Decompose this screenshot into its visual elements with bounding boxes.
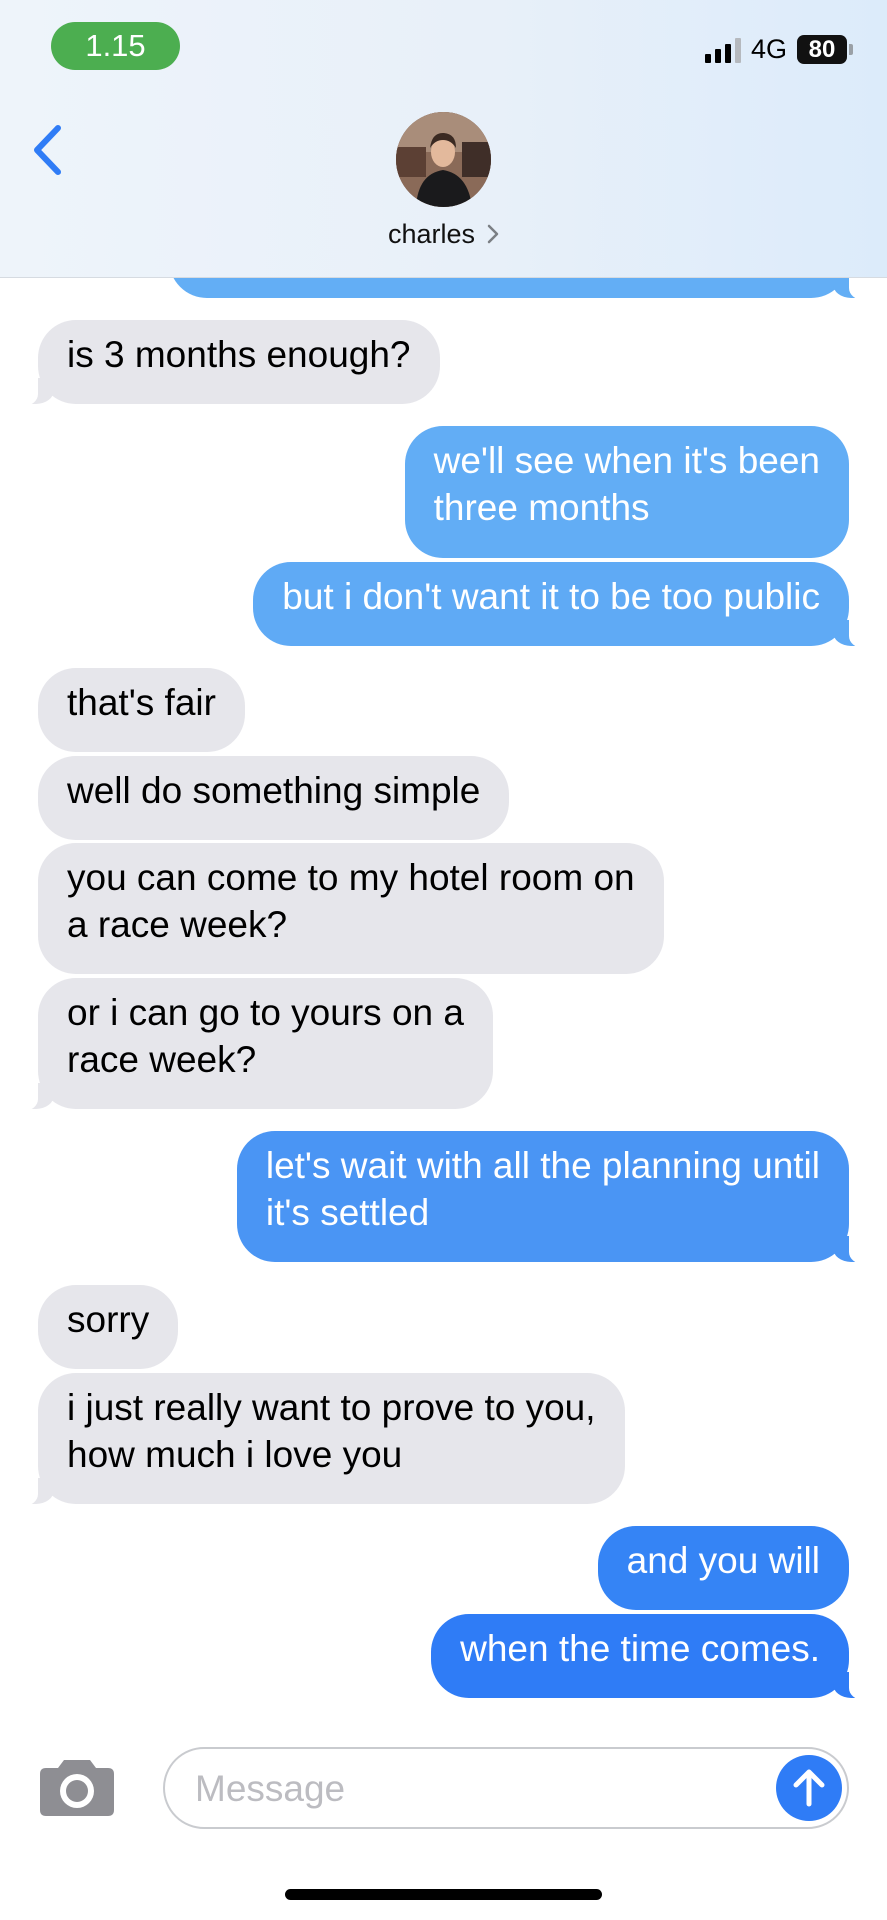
message-line: we'll see when it's been [433,440,820,481]
battery-icon: 80 [797,35,853,64]
message-line: three months [433,487,650,528]
chevron-right-icon [487,220,499,251]
message-line: when the time comes. [460,1628,820,1669]
message-line: and you will [626,1540,820,1581]
signal-strength-icon [704,37,741,63]
contact-info-button[interactable]: charles [0,218,887,251]
status-indicators: 4G 80 [704,34,853,65]
message-bubble-incoming: well do something simple [38,756,510,840]
send-button[interactable] [776,1755,842,1821]
message-bubble-incoming: you can come to my hotel room on a race … [38,843,664,974]
message-line: it's settled [265,1192,430,1233]
message-line: is 3 months enough? [67,334,411,375]
chevron-left-icon [34,125,61,175]
camera-button[interactable] [40,1758,114,1816]
status-time[interactable]: 1.15 [51,22,180,70]
message-bubble-incoming: sorry [38,1285,179,1369]
network-type: 4G [750,34,787,64]
message-line: that's fair [67,682,216,723]
message-bubble-incoming: is 3 months enough? [12,320,440,406]
arrow-up-icon [793,1769,825,1807]
message-input[interactable] [193,1749,737,1829]
message-line: i just really want to prove to you, [67,1387,596,1428]
contact-avatar[interactable] [396,112,491,207]
message-input-container [163,1747,849,1829]
conversation-header: 1.15 4G 80 charles [0,0,887,278]
message-line: a race week? [67,904,288,945]
message-bubble-incoming: or i can go to yours on a race week? [12,978,493,1111]
message-line: sorry [67,1299,150,1340]
message-line: but i don't want it to be too public [282,576,820,617]
home-indicator[interactable] [285,1889,602,1900]
message-bubble-outgoing: let's wait with all the planning until i… [236,1131,876,1264]
message-bubble-outgoing: we'll see when it's been three months [404,426,849,558]
message-line: race week? [67,1039,257,1080]
back-button[interactable] [22,120,72,180]
camera-icon [40,1760,114,1816]
message-line: well do something simple [67,770,481,811]
contact-name: charles [387,219,476,249]
message-bubble-outgoing: and you will [597,1526,849,1610]
message-bubble-incoming: i just really want to prove to you, how … [12,1373,625,1506]
message-line: how much i love you [67,1434,403,1475]
messages-screen: is 3 months enough? we'll see when it's … [0,0,887,1920]
message-bubble-outgoing: when the time comes. [431,1614,875,1700]
message-line: let's wait with all the planning until [265,1145,820,1186]
message-bubble-incoming: that's fair [38,668,245,752]
battery-level: 80 [797,35,847,64]
message-bubble-outgoing: but i don't want it to be too public [253,562,875,648]
message-line: or i can go to yours on a [67,992,464,1033]
message-line: you can come to my hotel room on [67,857,635,898]
